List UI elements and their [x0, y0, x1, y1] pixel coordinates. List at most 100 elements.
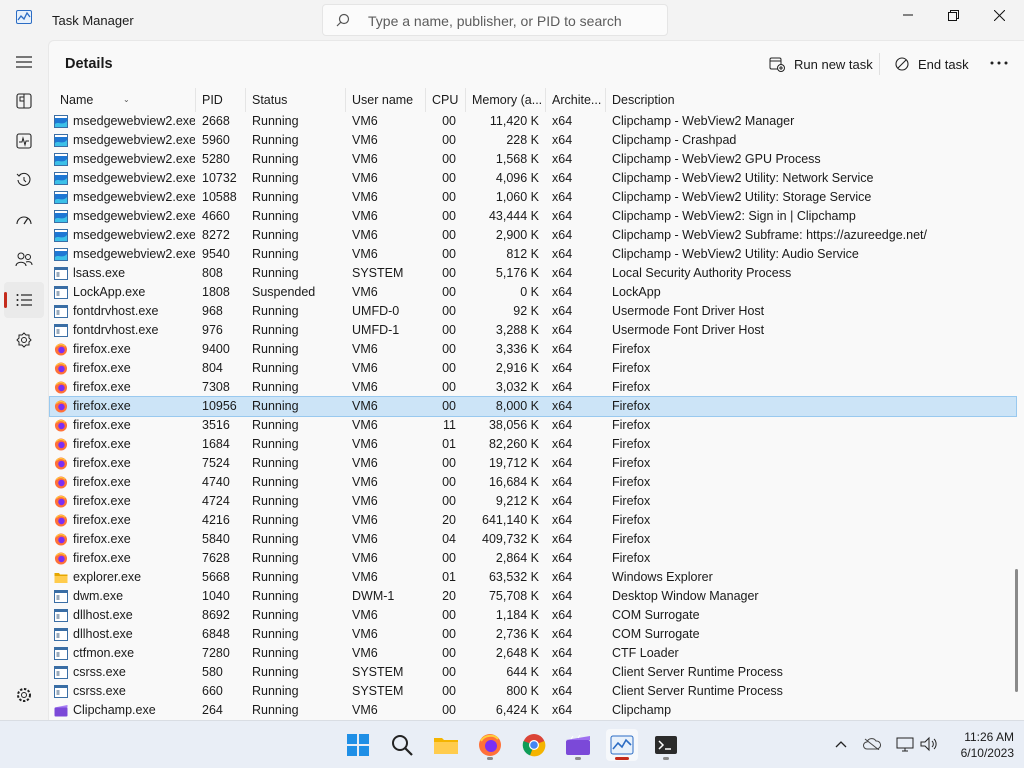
table-row[interactable]: msedgewebview2.exe 8272 Running VM6 00 2,900 … — [50, 226, 1016, 245]
table-row[interactable]: dllhost.exe 8692 Running VM6 00 1,184 K x64 COM… — [50, 606, 1016, 625]
cpu-cell: 00 — [442, 646, 456, 660]
column-header-user-name[interactable]: User name — [346, 88, 426, 112]
column-header-cpu[interactable]: CPU — [426, 88, 466, 112]
pid-cell: 9540 — [202, 247, 230, 261]
table-row[interactable]: dllhost.exe 6848 Running VM6 00 2,736 K x64 COM… — [50, 625, 1016, 644]
architecture-cell: x64 — [552, 114, 573, 128]
taskbar-firefox[interactable] — [474, 729, 506, 761]
show-hidden-icons-button[interactable] — [832, 735, 850, 753]
table-row[interactable]: lsass.exe 808 Running SYSTEM 00 5,176 K x64 Loc… — [50, 264, 1016, 283]
taskbar-terminal[interactable] — [650, 729, 682, 761]
search-box[interactable] — [322, 4, 668, 36]
process-name: firefox.exe — [73, 551, 131, 565]
table-row[interactable]: msedgewebview2.exe 5280 Running VM6 00 1,568 … — [50, 150, 1016, 169]
sidebar-item-processes[interactable] — [4, 83, 44, 119]
table-row[interactable]: Clipchamp.exe 264 Running VM6 00 6,424 K x64 Cl… — [50, 701, 1016, 720]
clock[interactable]: 11:26 AM 6/10/2023 — [948, 729, 1014, 761]
table-row[interactable]: firefox.exe 4216 Running VM6 20 641,140 K x64 F… — [50, 511, 1016, 530]
table-row[interactable]: csrss.exe 580 Running SYSTEM 00 644 K x64 Clien… — [50, 663, 1016, 682]
cpu-cell: 01 — [442, 437, 456, 451]
memory-cell: 63,532 K — [488, 570, 539, 584]
status-cell: Running — [252, 551, 299, 565]
end-task-button[interactable]: End task — [895, 51, 969, 77]
architecture-cell: x64 — [552, 551, 573, 565]
table-row[interactable]: firefox.exe 804 Running VM6 00 2,916 K x64 Fire… — [50, 359, 1016, 378]
table-row[interactable]: firefox.exe 7308 Running VM6 00 3,032 K x64 Fir… — [50, 378, 1016, 397]
memory-cell: 82,260 K — [488, 437, 539, 451]
sidebar-menu-button[interactable] — [4, 44, 44, 80]
webview-icon — [54, 248, 73, 261]
user-name-cell: VM6 — [352, 171, 378, 185]
vertical-scrollbar[interactable] — [1015, 569, 1018, 692]
table-row[interactable]: csrss.exe 660 Running SYSTEM 00 800 K x64 Clien… — [50, 682, 1016, 701]
table-row[interactable]: firefox.exe 4724 Running VM6 00 9,212 K x64 Fir… — [50, 492, 1016, 511]
column-header-name[interactable]: Name ⌄ — [54, 88, 196, 112]
sidebar-item-services[interactable] — [4, 322, 44, 358]
table-row[interactable]: msedgewebview2.exe 10588 Running VM6 00 1,060… — [50, 188, 1016, 207]
architecture-cell: x64 — [552, 285, 573, 299]
table-row[interactable]: ctfmon.exe 7280 Running VM6 00 2,648 K x64 CTF … — [50, 644, 1016, 663]
details-table: Name ⌄ PID Status User name CPU Memory (a… — [49, 88, 1017, 720]
search-input[interactable] — [368, 11, 658, 31]
more-options-button[interactable] — [987, 51, 1011, 75]
onedrive-tray-button[interactable] — [863, 735, 881, 753]
taskbar-chrome[interactable] — [518, 729, 550, 761]
minimize-button[interactable] — [885, 0, 931, 30]
table-row[interactable]: LockApp.exe 1808 Suspended VM6 00 0 K x64 LockA… — [50, 283, 1016, 302]
table-row[interactable]: firefox.exe 4740 Running VM6 00 16,684 K x64 Fi… — [50, 473, 1016, 492]
status-cell: Suspended — [252, 285, 316, 299]
memory-cell: 644 K — [506, 665, 539, 679]
user-name-cell: UMFD-0 — [352, 304, 400, 318]
table-row[interactable]: firefox.exe 7628 Running VM6 00 2,864 K x64 Fir… — [50, 549, 1016, 568]
architecture-cell: x64 — [552, 608, 573, 622]
run-new-task-button[interactable]: Run new task — [769, 51, 873, 77]
taskbar-task-manager[interactable] — [606, 729, 638, 761]
table-row[interactable]: explorer.exe 5668 Running VM6 01 63,532 K x64 W… — [50, 568, 1016, 587]
taskbar-search-button[interactable] — [386, 729, 418, 761]
sidebar-item-details[interactable] — [4, 282, 44, 318]
description-cell: Clipchamp - WebView2 GPU Process — [612, 152, 821, 166]
table-row[interactable]: fontdrvhost.exe 968 Running UMFD-0 00 92 K x64… — [50, 302, 1016, 321]
table-row[interactable]: firefox.exe 9400 Running VM6 00 3,336 K x64 Fir… — [50, 340, 1016, 359]
memory-cell: 92 K — [513, 304, 539, 318]
table-row[interactable]: firefox.exe 3516 Running VM6 11 38,056 K x64 Fi… — [50, 416, 1016, 435]
table-row[interactable]: firefox.exe 7524 Running VM6 00 19,712 K x64 Fi… — [50, 454, 1016, 473]
process-name-cell: firefox.exe — [50, 511, 195, 530]
volume-tray-button[interactable] — [920, 735, 938, 753]
pid-cell: 5280 — [202, 152, 230, 166]
table-row[interactable]: msedgewebview2.exe 2668 Running VM6 00 11,420… — [50, 112, 1016, 131]
taskbar-file-explorer[interactable] — [430, 729, 462, 761]
table-row[interactable]: firefox.exe 5840 Running VM6 04 409,732 K x64 F… — [50, 530, 1016, 549]
terminal-icon — [655, 736, 677, 754]
network-tray-button[interactable] — [896, 735, 914, 753]
process-name: firefox.exe — [73, 494, 131, 508]
table-row[interactable]: msedgewebview2.exe 10732 Running VM6 00 4,096… — [50, 169, 1016, 188]
sidebar-item-settings[interactable] — [4, 677, 44, 713]
taskbar-clipchamp[interactable] — [562, 729, 594, 761]
pid-cell: 7524 — [202, 456, 230, 470]
column-header-description[interactable]: Description — [606, 88, 1006, 112]
column-header-pid[interactable]: PID — [196, 88, 246, 112]
table-row[interactable]: dwm.exe 1040 Running DWM-1 20 75,708 K x64 Desk… — [50, 587, 1016, 606]
sidebar-item-performance[interactable] — [4, 123, 44, 159]
start-button[interactable] — [342, 729, 374, 761]
architecture-cell: x64 — [552, 646, 573, 660]
table-row[interactable]: firefox.exe 1684 Running VM6 01 82,260 K x64 Fi… — [50, 435, 1016, 454]
process-name: dllhost.exe — [73, 608, 133, 622]
close-button[interactable] — [976, 0, 1022, 30]
table-row[interactable]: msedgewebview2.exe 9540 Running VM6 00 812 K x… — [50, 245, 1016, 264]
architecture-cell: x64 — [552, 171, 573, 185]
maximize-button[interactable] — [930, 0, 976, 30]
sidebar-item-startup-apps[interactable] — [4, 201, 44, 237]
column-header-memory[interactable]: Memory (a... — [466, 88, 546, 112]
architecture-cell: x64 — [552, 266, 573, 280]
sidebar-item-users[interactable] — [4, 241, 44, 277]
table-row[interactable]: msedgewebview2.exe 5960 Running VM6 00 228 K x… — [50, 131, 1016, 150]
table-row[interactable]: fontdrvhost.exe 976 Running UMFD-1 00 3,288 K… — [50, 321, 1016, 340]
sidebar-item-app-history[interactable] — [4, 162, 44, 198]
table-row[interactable]: firefox.exe 10956 Running VM6 00 8,000 K x64 Fi… — [49, 396, 1017, 417]
user-name-cell: VM6 — [352, 608, 378, 622]
column-header-architecture[interactable]: Archite... — [546, 88, 606, 112]
column-header-status[interactable]: Status — [246, 88, 346, 112]
table-row[interactable]: msedgewebview2.exe 4660 Running VM6 00 43,444… — [50, 207, 1016, 226]
